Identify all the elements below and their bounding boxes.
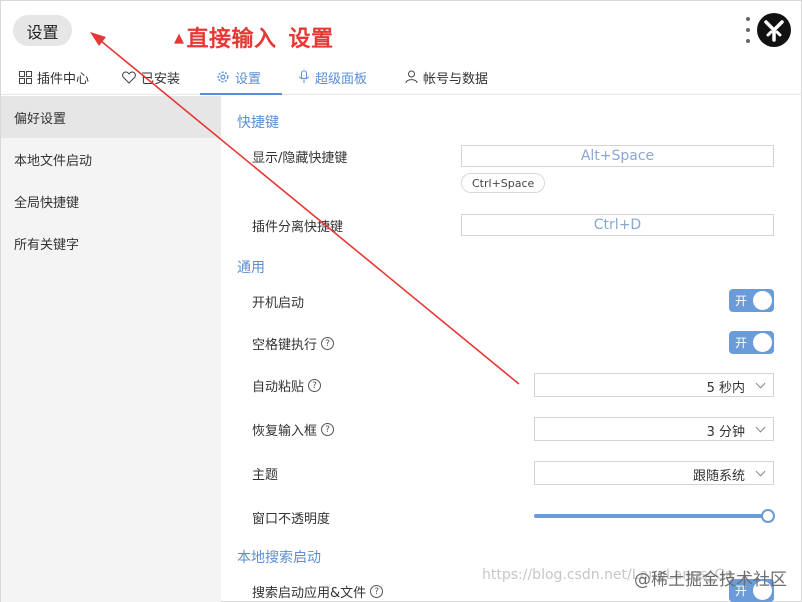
chevron-down-icon [755, 378, 766, 389]
search-apps-label-text: 搜索启动应用&文件 [252, 586, 367, 601]
sidebar-item-label: 所有关键字 [14, 237, 80, 253]
tab-label: 插件中心 [37, 71, 90, 87]
app-window: 设置 ▲直接输入 设置 插件中心 已安装 设置 超级面板 帐号与数据 偏好设置 … [0, 0, 802, 602]
restore-input-label: 恢复输入框? [252, 420, 335, 439]
theme-label: 主题 [252, 468, 279, 483]
auto-paste-label-text: 自动粘贴 [252, 380, 305, 395]
opacity-slider-track[interactable] [534, 514, 770, 518]
section-title-local-search: 本地搜索启动 [237, 550, 321, 566]
auto-paste-label: 自动粘贴? [252, 376, 322, 395]
autostart-label: 开机启动 [252, 296, 305, 311]
sidebar-item-local-file-launch[interactable]: 本地文件启动 [1, 138, 221, 180]
help-icon[interactable]: ? [308, 379, 322, 392]
tab-label: 帐号与数据 [423, 71, 489, 87]
app-logo-icon[interactable] [757, 13, 791, 47]
space-exec-label-text: 空格键执行 [252, 338, 318, 353]
toggle-state-label: 开 [735, 294, 748, 308]
top-bar: 设置 ▲直接输入 设置 [1, 1, 802, 59]
space-exec-label: 空格键执行? [252, 334, 335, 353]
tab-label: 已安装 [141, 71, 181, 87]
tab-plugin-center[interactable]: 插件中心 [19, 59, 89, 95]
tab-label: 超级面板 [315, 71, 368, 87]
sidebar-item-label: 偏好设置 [14, 111, 67, 127]
opacity-slider-handle[interactable] [761, 509, 775, 523]
restore-input-select[interactable]: 3 分钟 [534, 417, 774, 441]
toggle-hotkey-input[interactable]: Alt+Space [461, 145, 774, 167]
auto-paste-select[interactable]: 5 秒内 [534, 373, 774, 397]
sidebar-item-label: 全局快捷键 [14, 195, 80, 211]
gear-icon [217, 71, 229, 83]
alt-hotkey-chip[interactable]: Ctrl+Space [461, 173, 546, 193]
grid-icon [19, 70, 32, 84]
detach-hotkey-value: Ctrl+D [593, 217, 642, 233]
space-exec-toggle[interactable]: 开 [729, 331, 774, 354]
help-icon[interactable]: ? [370, 585, 384, 598]
more-menu-icon[interactable] [742, 17, 754, 43]
heart-icon [122, 70, 136, 84]
settings-content: 快捷键 显示/隐藏快捷键 Alt+Space Ctrl+Space 插件分离快捷… [222, 96, 802, 602]
toggle-state-label: 开 [735, 336, 748, 350]
detach-hotkey-input[interactable]: Ctrl+D [461, 214, 774, 236]
autostart-toggle[interactable]: 开 [729, 289, 774, 312]
detach-hotkey-label: 插件分离快捷键 [252, 220, 344, 235]
tab-label: 设置 [235, 71, 262, 87]
alt-hotkey-chip-label: Ctrl+Space [472, 176, 535, 190]
sidebar-item-global-shortcuts[interactable]: 全局快捷键 [1, 180, 221, 222]
user-icon [405, 70, 418, 84]
search-input[interactable]: 设置 [13, 15, 72, 46]
watermark-brand: @稀土掘金技术社区 [634, 570, 787, 590]
search-input-value: 设置 [26, 22, 59, 42]
mic-icon [299, 70, 309, 83]
tab-account-data[interactable]: 帐号与数据 [405, 59, 488, 95]
sidebar: 偏好设置 本地文件启动 全局快捷键 所有关键字 [1, 96, 221, 602]
help-icon[interactable]: ? [321, 423, 335, 436]
opacity-label: 窗口不透明度 [252, 512, 331, 527]
sidebar-item-label: 本地文件启动 [14, 153, 93, 169]
annotation-triangle-icon: ▲ [174, 31, 185, 46]
theme-select[interactable]: 跟随系统 [534, 461, 774, 485]
annotation-part1: 直接输入 [186, 27, 277, 52]
restore-input-value: 3 分钟 [706, 425, 745, 440]
toggle-knob [753, 291, 772, 310]
chevron-down-icon [755, 422, 766, 433]
annotation-part2: 设置 [288, 27, 334, 52]
toggle-knob [753, 333, 772, 352]
sidebar-item-all-keywords[interactable]: 所有关键字 [1, 222, 221, 264]
auto-paste-value: 5 秒内 [706, 381, 745, 396]
chevron-down-icon [755, 466, 766, 477]
annotation-text: ▲直接输入 设置 [174, 21, 334, 53]
toggle-hotkey-label: 显示/隐藏快捷键 [252, 151, 348, 166]
tab-super-panel[interactable]: 超级面板 [298, 59, 367, 95]
section-title-shortcuts: 快捷键 [237, 115, 279, 131]
theme-value: 跟随系统 [692, 469, 745, 484]
tab-settings[interactable]: 设置 [216, 59, 261, 95]
sidebar-item-preferences[interactable]: 偏好设置 [1, 96, 221, 138]
active-tab-indicator [200, 93, 282, 95]
help-icon[interactable]: ? [321, 337, 335, 350]
section-title-general: 通用 [237, 260, 265, 276]
tab-installed[interactable]: 已安装 [122, 59, 180, 95]
search-apps-label: 搜索启动应用&文件? [252, 582, 384, 601]
toggle-hotkey-value: Alt+Space [580, 148, 655, 164]
restore-input-label-text: 恢复输入框 [252, 424, 318, 439]
tab-bar: 插件中心 已安装 设置 超级面板 帐号与数据 [1, 59, 802, 95]
